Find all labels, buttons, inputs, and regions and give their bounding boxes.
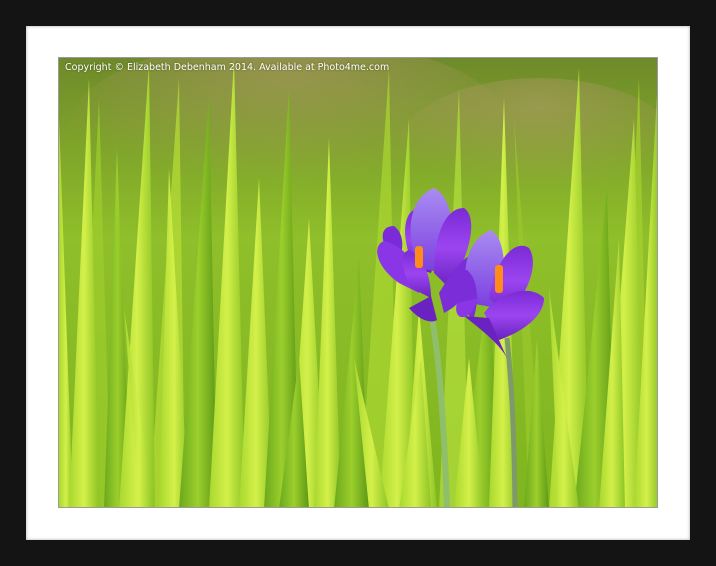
crocus-photo: Copyright © Elizabeth Debenham 2014. Ava… — [58, 57, 658, 508]
copyright-watermark: Copyright © Elizabeth Debenham 2014. Ava… — [65, 62, 389, 73]
photo-artwork: Copyright © Elizabeth Debenham 2014. Ava… — [59, 58, 657, 507]
picture-frame: Copyright © Elizabeth Debenham 2014. Ava… — [0, 0, 716, 566]
